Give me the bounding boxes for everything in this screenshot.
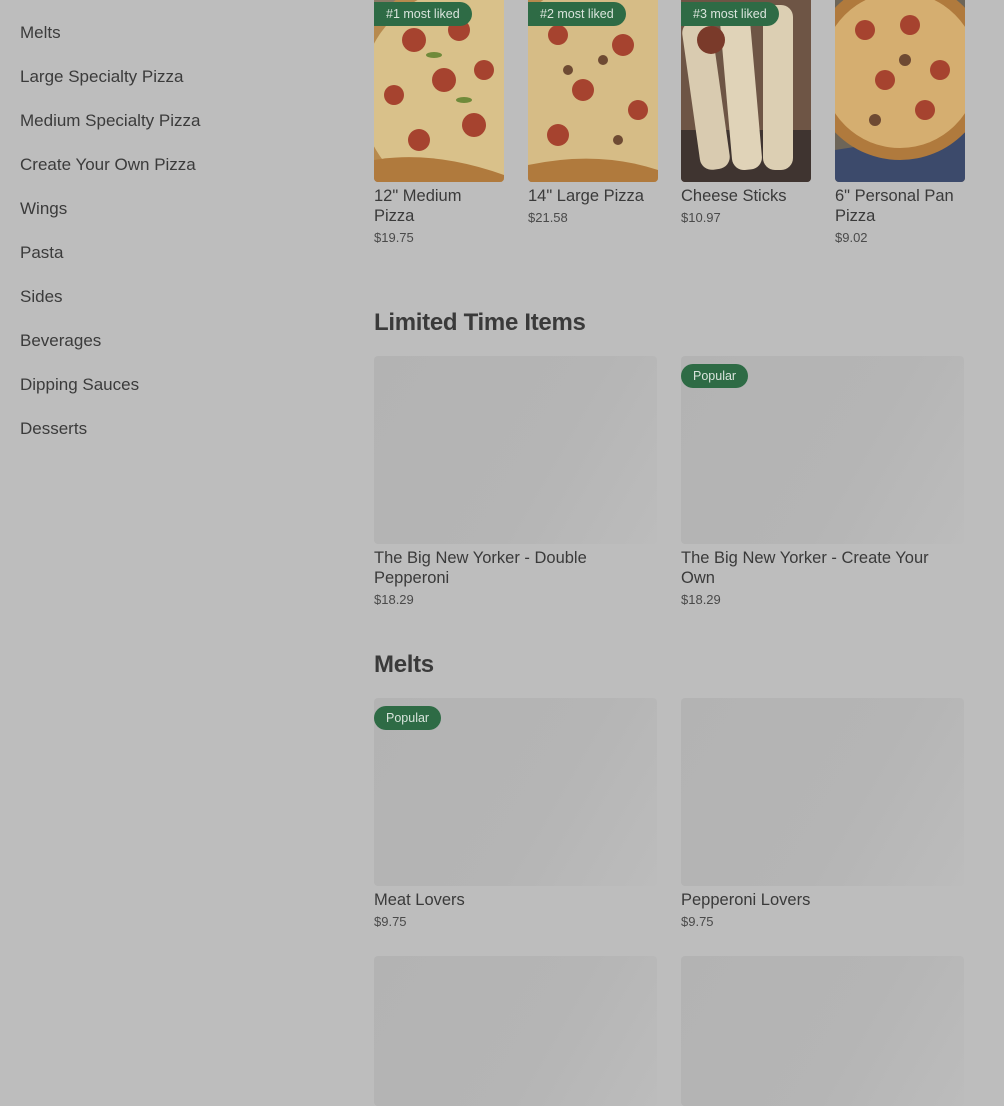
sidebar-item-medium-specialty-pizza[interactable]: Medium Specialty Pizza <box>20 111 200 131</box>
popular-card[interactable]: 6" Personal Pan Pizza $9.02 <box>835 0 965 245</box>
item-name: The Big New Yorker - Create Your Own <box>681 549 929 587</box>
item-image-placeholder <box>374 956 657 1106</box>
pizza-image: #2 most liked <box>528 0 658 182</box>
item-price: $18.29 <box>374 592 414 607</box>
item-name: 12" Medium Pizza <box>374 187 462 225</box>
menu-item-card[interactable]: Popular Meat Lovers $9.75 <box>374 698 657 929</box>
item-name: 14" Large Pizza <box>528 187 644 205</box>
popular-badge: Popular <box>374 706 442 730</box>
sidebar-item-beverages[interactable]: Beverages <box>20 331 101 351</box>
item-image-placeholder <box>681 956 964 1106</box>
item-name: Pepperoni Lovers <box>681 891 811 909</box>
pizza-image: #1 most liked <box>374 0 504 182</box>
item-name: The Big New Yorker - Double Pepperoni <box>374 549 587 587</box>
item-price: $9.02 <box>835 230 868 245</box>
popular-badge: Popular <box>681 364 749 388</box>
cheese-sticks-image: #3 most liked <box>681 0 811 182</box>
sidebar-item-wings[interactable]: Wings <box>20 199 67 219</box>
item-price: $21.58 <box>528 210 568 225</box>
item-price: $10.97 <box>681 210 721 225</box>
sidebar-item-melts[interactable]: Melts <box>20 23 61 43</box>
menu-item-card[interactable]: The Big New Yorker - Double Pepperoni $1… <box>374 356 657 607</box>
sidebar-item-pasta[interactable]: Pasta <box>20 243 63 263</box>
popular-card[interactable]: #1 most liked 12" Medium Pizza $19.75 <box>374 0 504 245</box>
item-price: $9.75 <box>681 914 714 929</box>
item-image-placeholder: Popular <box>374 698 657 886</box>
item-image-placeholder: Popular <box>681 356 964 544</box>
sidebar-item-sides[interactable]: Sides <box>20 287 63 307</box>
item-name: Meat Lovers <box>374 891 465 909</box>
rank-badge: #3 most liked <box>681 2 779 26</box>
rank-badge: #2 most liked <box>528 2 626 26</box>
popular-card[interactable]: #2 most liked 14" Large Pizza $21.58 <box>528 0 658 225</box>
popular-card[interactable]: #3 most liked Cheese Sticks $10.97 <box>681 0 811 225</box>
item-name: Cheese Sticks <box>681 187 787 205</box>
pizza-image <box>835 0 965 182</box>
item-name: 6" Personal Pan Pizza <box>835 187 954 225</box>
sidebar-item-create-your-own-pizza[interactable]: Create Your Own Pizza <box>20 155 196 175</box>
item-price: $18.29 <box>681 592 721 607</box>
menu-item-card[interactable]: Pepperoni Lovers $9.75 <box>681 698 964 929</box>
item-price: $19.75 <box>374 230 414 245</box>
menu-item-card[interactable] <box>374 956 657 1106</box>
sidebar-item-desserts[interactable]: Desserts <box>20 419 87 439</box>
rank-badge: #1 most liked <box>374 2 472 26</box>
item-image-placeholder <box>374 356 657 544</box>
item-price: $9.75 <box>374 914 407 929</box>
section-title-limited-time: Limited Time Items <box>374 309 586 336</box>
sidebar-item-dipping-sauces[interactable]: Dipping Sauces <box>20 375 139 395</box>
menu-item-card[interactable]: Popular The Big New Yorker - Create Your… <box>681 356 964 607</box>
sidebar-item-large-specialty-pizza[interactable]: Large Specialty Pizza <box>20 67 183 87</box>
menu-item-card[interactable] <box>681 956 964 1106</box>
item-image-placeholder <box>681 698 964 886</box>
section-title-melts: Melts <box>374 651 434 678</box>
